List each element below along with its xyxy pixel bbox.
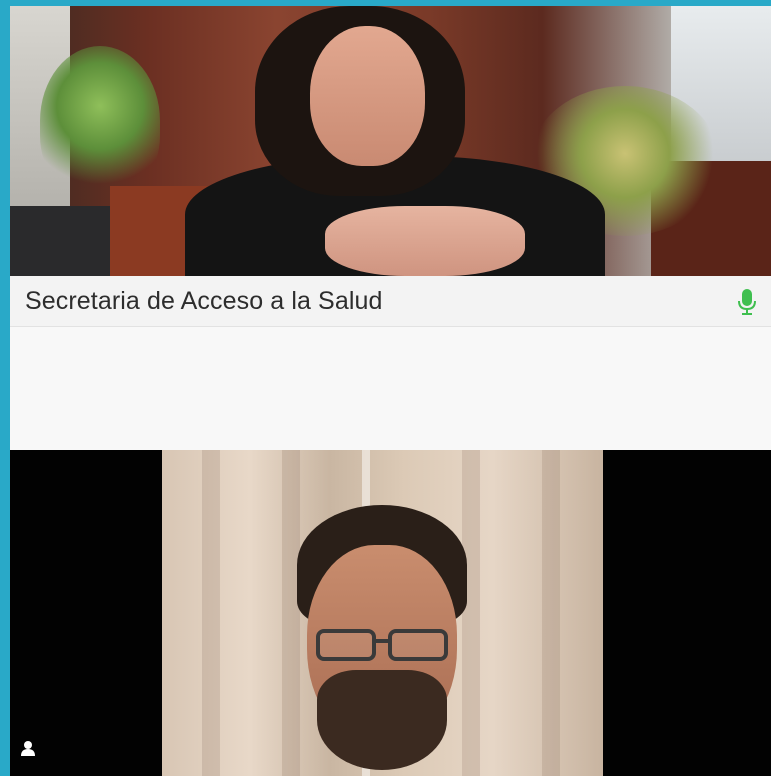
tile-empty-area <box>10 327 771 450</box>
participant-figure-bottom <box>272 505 502 776</box>
video-background-plant-left <box>40 46 160 196</box>
microphone-icon[interactable] <box>737 288 757 316</box>
glasses <box>316 629 448 661</box>
participant-face <box>310 26 425 166</box>
participant-tile-bottom[interactable] <box>10 450 771 776</box>
participant-hands <box>325 206 525 276</box>
participant-figure-top <box>175 6 615 276</box>
participant-tile-top[interactable]: Secretaria de Acceso a la Salud <box>10 6 771 450</box>
person-icon <box>21 741 35 756</box>
participant-name-label: Secretaria de Acceso a la Salud <box>25 286 383 315</box>
participant-name-bar: Secretaria de Acceso a la Salud <box>10 276 771 327</box>
curtain-fold <box>202 450 220 776</box>
video-call-window: Secretaria de Acceso a la Salud <box>10 6 771 776</box>
participant-video-bottom <box>162 450 603 776</box>
curtain-fold <box>542 450 560 776</box>
participant-video-top <box>10 6 771 276</box>
participant-beard <box>317 670 447 770</box>
